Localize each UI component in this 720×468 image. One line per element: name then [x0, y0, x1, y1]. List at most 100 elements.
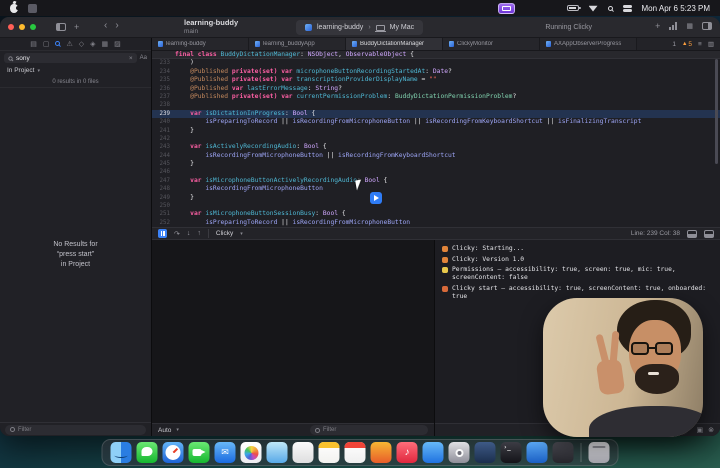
- dock-icon-mail[interactable]: ✉: [214, 442, 236, 463]
- control-center-icon[interactable]: [622, 4, 632, 12]
- code-editor[interactable]: final class BuddyDictationManager: NSObj…: [152, 51, 720, 227]
- dock-icon-music[interactable]: ♪: [396, 442, 418, 463]
- run-destination[interactable]: My Mac: [390, 24, 415, 31]
- dock-icon-safari[interactable]: [162, 442, 184, 463]
- editor-scrollbar[interactable]: [715, 59, 718, 164]
- debug-navigator-icon[interactable]: ◈: [90, 41, 95, 48]
- code-line[interactable]: 235 @Published private(set) var transcri…: [152, 76, 720, 84]
- variables-filter-input[interactable]: Filter: [310, 425, 428, 435]
- new-tab-icon[interactable]: +: [74, 23, 79, 32]
- dock-icon-terminal[interactable]: ›_: [500, 442, 522, 463]
- dock-icon-trash[interactable]: [588, 442, 610, 463]
- tab-learning_buddyapp[interactable]: learning_buddyApp: [249, 38, 346, 50]
- code-line[interactable]: 243 var isActivelyRecordingAudio: Bool {: [152, 143, 720, 151]
- wifi-icon[interactable]: [588, 5, 598, 12]
- dock-icon-messages[interactable]: [136, 442, 158, 463]
- bookmarks-navigator-icon[interactable]: ▢: [43, 41, 50, 48]
- warning-badge[interactable]: ▲ 5: [682, 41, 692, 48]
- search-input[interactable]: sony ×: [4, 53, 137, 63]
- dock-icon-maps[interactable]: [266, 442, 288, 463]
- debug-process-name[interactable]: Clicky: [216, 230, 233, 237]
- activity-chart-icon[interactable]: [669, 22, 678, 30]
- code-line[interactable]: 252 isPreparingToRecord || isRecordingFr…: [152, 219, 720, 227]
- code-line[interactable]: 234 @Published private(set) var micropho…: [152, 68, 720, 76]
- clear-console-icon[interactable]: ⊗: [708, 426, 714, 434]
- dock-icon-notes[interactable]: [318, 442, 340, 463]
- tests-navigator-icon[interactable]: ◇: [79, 41, 84, 48]
- code-line[interactable]: 245 }: [152, 160, 720, 168]
- menubar-clock[interactable]: Mon Apr 6 5:23 PM: [642, 4, 710, 13]
- issues-navigator-icon[interactable]: ⚠: [66, 41, 72, 48]
- zoom-window-button[interactable]: [30, 24, 36, 30]
- tab-axappobserverprogress[interactable]: AXAppObserverProgress: [540, 38, 637, 50]
- dock-icon-photos[interactable]: [240, 442, 262, 463]
- dock-icon-freeform[interactable]: [292, 442, 314, 463]
- dock-icon-vscode[interactable]: [526, 442, 548, 463]
- scheme-selector[interactable]: learning-buddy › My Mac: [296, 20, 424, 35]
- error-count[interactable]: 1: [672, 41, 676, 48]
- breakpoints-navigator-icon[interactable]: ▦: [102, 41, 109, 48]
- add-item-icon[interactable]: +: [655, 22, 660, 31]
- search-scope-row[interactable]: In Project ▾: [0, 65, 151, 76]
- dock-icon-facetime[interactable]: [188, 442, 210, 463]
- project-navigator-icon[interactable]: ▤: [30, 41, 37, 48]
- code-line[interactable]: 236 @Published var lastErrorMessage: Str…: [152, 85, 720, 93]
- toggle-inspector-icon[interactable]: [702, 22, 712, 30]
- dock-icon-finder[interactable]: [110, 442, 132, 463]
- step-over-icon[interactable]: ↷: [174, 230, 180, 238]
- code-line[interactable]: 239 var isDictationInProgress: Bool {: [152, 109, 720, 119]
- code-line[interactable]: 249 }: [152, 194, 720, 202]
- git-branch[interactable]: main: [184, 28, 238, 37]
- activity-status[interactable]: Running Clicky: [545, 24, 592, 31]
- tab-learning-buddy[interactable]: learning-buddy: [152, 38, 249, 50]
- code-line[interactable]: 247 var isMicrophoneButtonActivelyRecord…: [152, 177, 720, 185]
- search-scope[interactable]: In Project: [7, 67, 34, 74]
- code-line[interactable]: 238: [152, 101, 720, 109]
- code-line[interactable]: 242: [152, 135, 720, 143]
- tab-clickymonitor[interactable]: ClickyMonitor: [443, 38, 540, 50]
- dock-icon-launchpad[interactable]: [370, 442, 392, 463]
- apple-menu-icon[interactable]: [10, 3, 20, 13]
- scheme-name[interactable]: learning-buddy: [317, 24, 363, 31]
- code-line[interactable]: 244 isRecordingFromMicrophoneButton || i…: [152, 152, 720, 160]
- navigator-filter-input[interactable]: Filter: [5, 424, 146, 435]
- code-line[interactable]: 237 @Published private(set) var currentP…: [152, 93, 720, 101]
- variables-content[interactable]: [152, 240, 434, 423]
- library-icon[interactable]: ▦: [686, 22, 693, 30]
- toggle-navigator-icon[interactable]: [56, 23, 66, 31]
- dock-icon-app-store[interactable]: [422, 442, 444, 463]
- dock-icon-calendar[interactable]: [344, 442, 366, 463]
- reports-navigator-icon[interactable]: ▨: [114, 41, 121, 48]
- search-navigator-icon[interactable]: [55, 40, 61, 48]
- step-into-icon[interactable]: ↓: [187, 230, 191, 237]
- code-line[interactable]: 248 isRecordingFromMicrophoneButton: [152, 185, 720, 193]
- code-line[interactable]: 246: [152, 168, 720, 176]
- code-line[interactable]: 250: [152, 202, 720, 210]
- battery-icon[interactable]: [566, 5, 581, 11]
- code-line[interactable]: 233 ): [152, 59, 720, 67]
- spotlight-search-icon[interactable]: [607, 5, 613, 11]
- back-icon[interactable]: ‹: [104, 20, 107, 31]
- code-line[interactable]: 240 isPreparingToRecord || isRecordingFr…: [152, 118, 720, 126]
- minimize-window-button[interactable]: [19, 24, 25, 30]
- editor-options-icon[interactable]: ▥: [708, 40, 714, 48]
- code-line[interactable]: 241 }: [152, 127, 720, 135]
- step-out-icon[interactable]: ↑: [197, 230, 201, 237]
- forward-icon[interactable]: ›: [115, 20, 118, 31]
- dock-icon-xcode[interactable]: [474, 442, 496, 463]
- screen-recording-indicator-icon[interactable]: [497, 2, 515, 14]
- pause-execution-button[interactable]: [158, 229, 167, 238]
- app-menu-icon[interactable]: [28, 3, 37, 13]
- clear-search-icon[interactable]: ×: [129, 55, 133, 62]
- dock-icon-system-settings[interactable]: [448, 442, 470, 463]
- toggle-variables-view-icon[interactable]: [687, 229, 697, 238]
- variables-scope-selector[interactable]: Auto: [158, 427, 171, 434]
- match-case-toggle[interactable]: Aa: [140, 55, 147, 61]
- adjust-editor-icon[interactable]: ≡: [698, 41, 702, 48]
- close-window-button[interactable]: [8, 24, 14, 30]
- tab-buddydictationmanager[interactable]: BuddyDictationManager: [346, 38, 443, 50]
- sticky-scope-header[interactable]: final class BuddyDictationManager: NSObj…: [152, 51, 720, 60]
- dock-icon-utility[interactable]: [552, 442, 574, 463]
- toggle-console-icon[interactable]: [704, 229, 714, 238]
- code-line[interactable]: 251 var isMicrophoneButtonSessionBusy: B…: [152, 210, 720, 218]
